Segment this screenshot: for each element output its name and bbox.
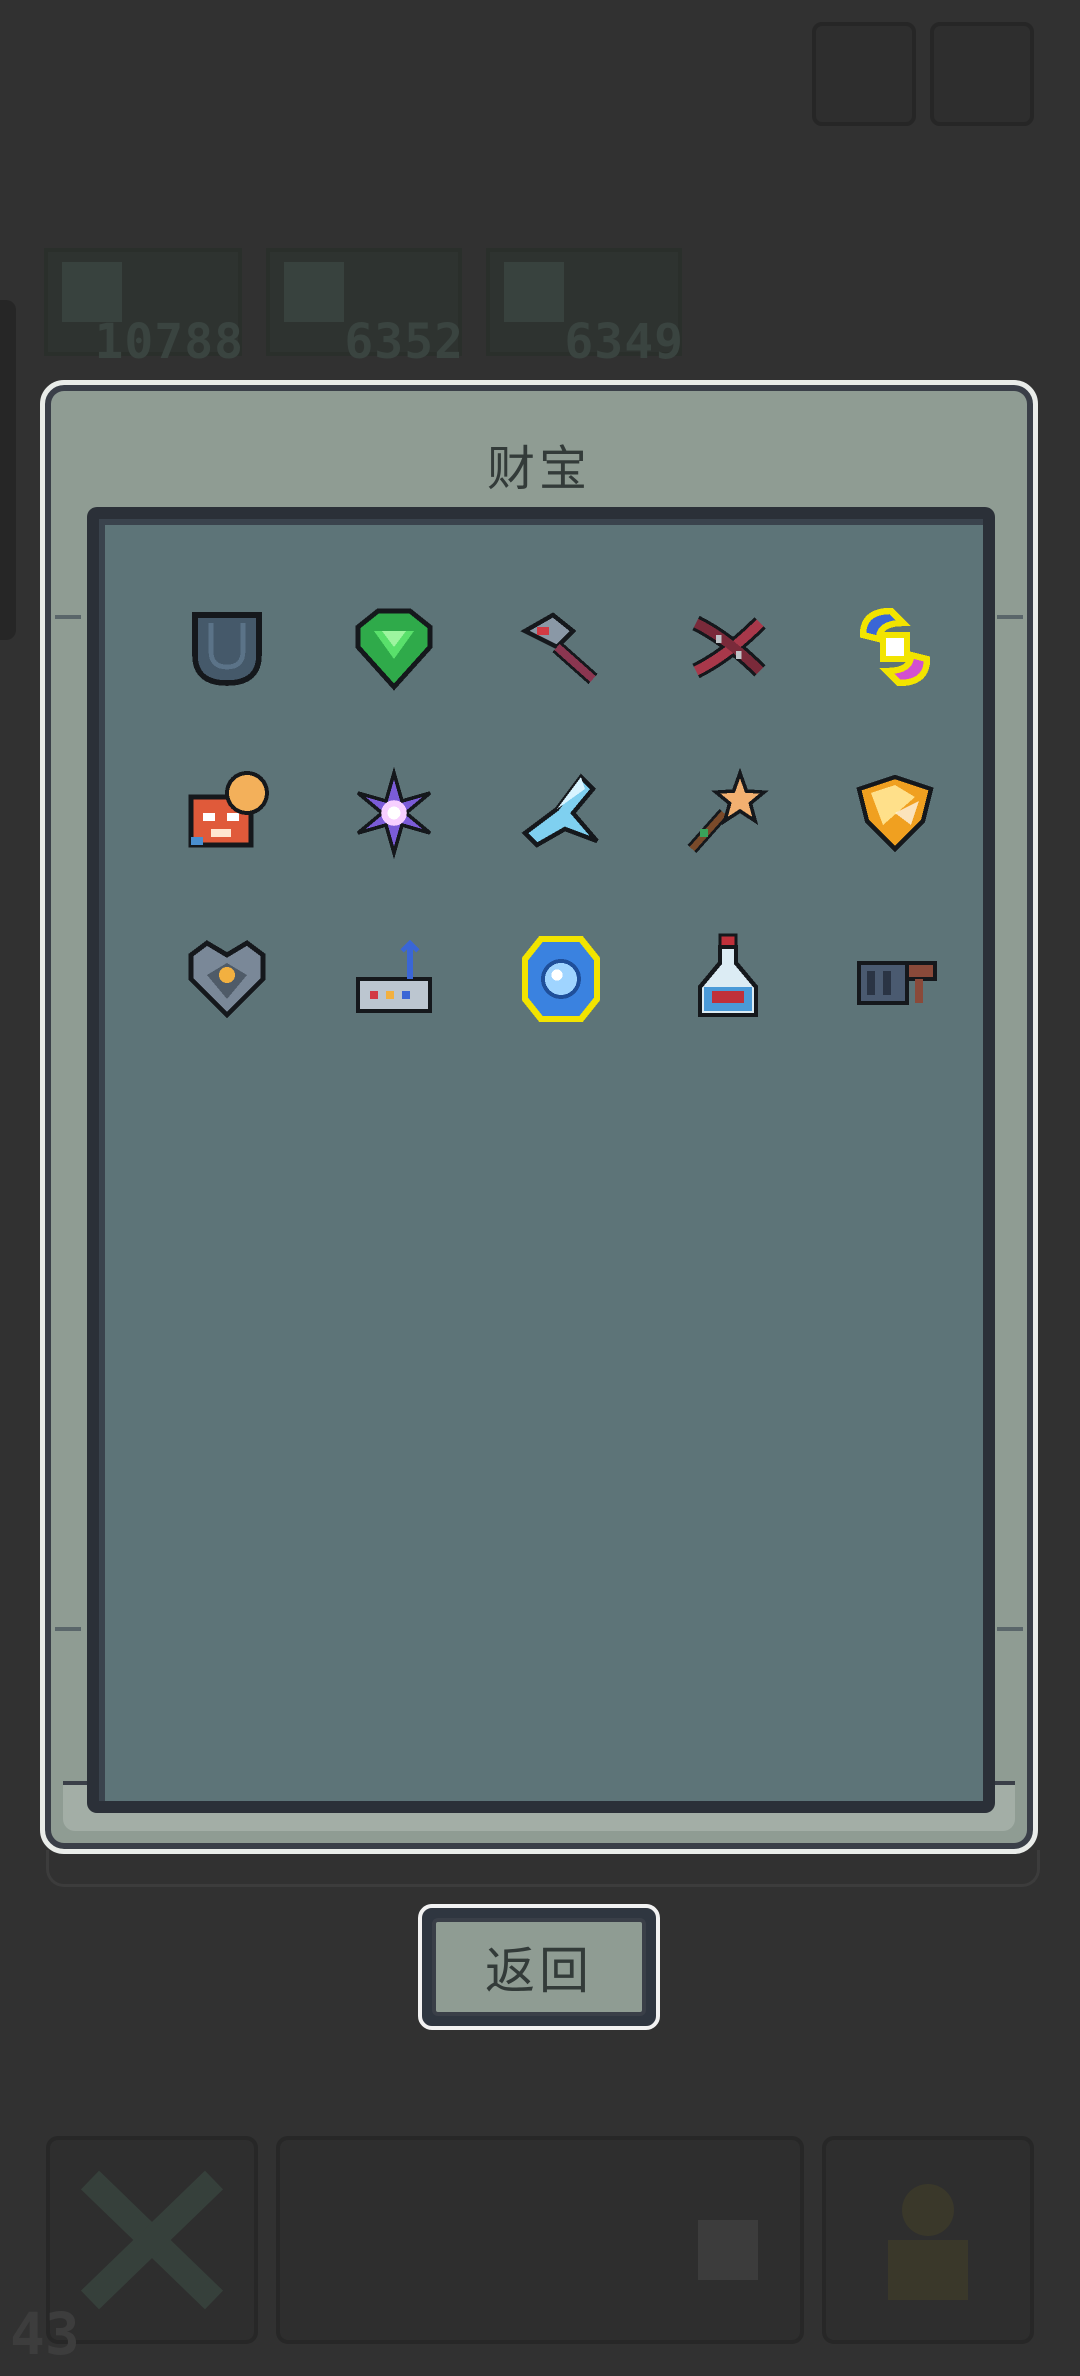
level-number: 43 xyxy=(10,2300,80,2368)
flag-icon xyxy=(698,2220,758,2280)
resource-counter-2: 6352 xyxy=(266,248,463,370)
bottom-center-slot xyxy=(276,2136,804,2344)
cannon-icon[interactable] xyxy=(847,931,943,1027)
crossed-swords-icon xyxy=(80,2170,224,2310)
treasure-panel xyxy=(87,507,995,1813)
star-wand-icon[interactable] xyxy=(680,765,776,861)
purple-star-flower-icon[interactable] xyxy=(346,765,442,861)
magnet-icon[interactable] xyxy=(847,599,943,695)
bottom-hero-slot xyxy=(822,2136,1034,2344)
resource-value: 6352 xyxy=(344,314,464,370)
golden-honey-icon[interactable] xyxy=(847,765,943,861)
hammer-icon[interactable] xyxy=(513,599,609,695)
resource-icon xyxy=(62,262,122,322)
return-button[interactable]: 返回 xyxy=(418,1904,660,2030)
pocket-icon[interactable] xyxy=(179,599,275,695)
side-drawer-tab xyxy=(0,300,16,640)
treasure-grid xyxy=(179,599,943,1027)
top-menu-button-2 xyxy=(930,22,1034,126)
resource-value: 10788 xyxy=(94,314,244,370)
resource-counter-1: 10788 xyxy=(44,248,243,370)
side-notch xyxy=(55,1627,81,1631)
ice-crystal-icon[interactable] xyxy=(513,765,609,861)
resource-icon xyxy=(284,262,344,322)
resource-icon xyxy=(504,262,564,322)
modal-title: 财宝 xyxy=(486,441,591,497)
side-notch xyxy=(55,615,81,619)
dna-helix-icon[interactable] xyxy=(680,599,776,695)
blue-orb-icon[interactable] xyxy=(513,931,609,1027)
treasure-modal: 财宝 xyxy=(40,380,1038,1854)
resource-value: 6349 xyxy=(564,314,684,370)
fox-mask-icon[interactable] xyxy=(179,765,275,861)
router-icon[interactable] xyxy=(346,931,442,1027)
side-notch xyxy=(997,1627,1023,1631)
return-button-label: 返回 xyxy=(432,1918,646,2016)
emerald-shield-icon[interactable] xyxy=(346,599,442,695)
resource-counter-3: 6349 xyxy=(486,248,683,370)
hero-silhouette-icon xyxy=(888,2184,968,2300)
stone-heart-icon[interactable] xyxy=(179,931,275,1027)
potion-bottle-icon[interactable] xyxy=(680,931,776,1027)
side-notch xyxy=(997,615,1023,619)
top-menu-button-1 xyxy=(812,22,916,126)
modal-shadow xyxy=(46,1850,1040,1887)
